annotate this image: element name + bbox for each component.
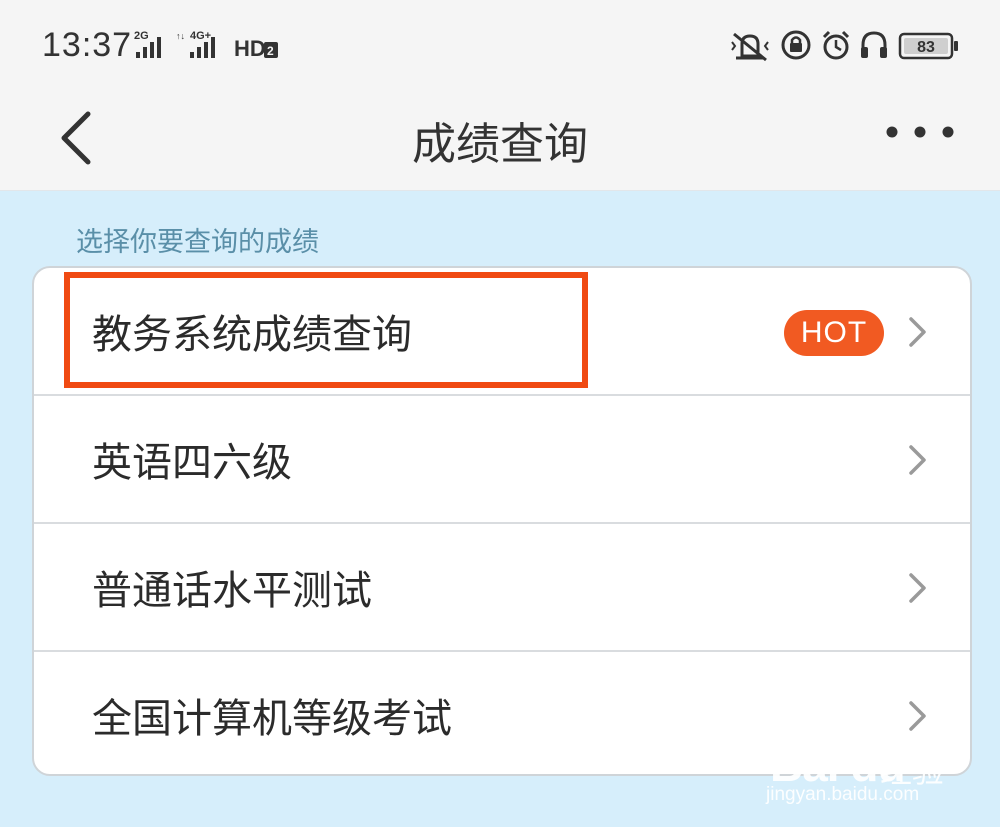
more-icon [886, 126, 954, 138]
page-title: 成绩查询 [412, 119, 588, 170]
hd-label: HD [234, 36, 266, 60]
rotation-lock-icon [781, 30, 811, 60]
alarm-icon [822, 30, 850, 60]
list-item-label: 普通话水平测试 [92, 568, 372, 614]
section-label: 选择你要查询的成绩 [76, 227, 319, 258]
hd-sub-label: 2 [267, 44, 274, 58]
baidu-jingyan-watermark: Bai du 经验 jingyan.baidu.com [762, 720, 962, 810]
highlight-annotation [64, 272, 588, 388]
list-item-label: 全国计算机等级考试 [92, 696, 452, 742]
battery-icon: 83 [898, 32, 958, 60]
chevron-right-icon [909, 445, 926, 475]
status-time: 13:37 [42, 26, 133, 64]
status-bar: 13:37 2G ↑↓ 4G+ HD 2 83 [0, 0, 1000, 90]
headset-icon [861, 31, 887, 58]
list-item-cet[interactable]: 英语四六级 [34, 396, 970, 524]
svg-text:↑↓: ↑↓ [176, 31, 185, 41]
signal-4g-icon: ↑↓ 4G+ [176, 30, 215, 58]
more-button[interactable] [882, 112, 958, 152]
chevron-right-icon [909, 317, 926, 347]
list-item-putonghua[interactable]: 普通话水平测试 [34, 524, 970, 652]
volte-hd-icon: HD 2 [234, 36, 278, 60]
network-2g-label: 2G [134, 30, 149, 42]
watermark-url: jingyan.baidu.com [766, 784, 920, 805]
vibrate-icon [731, 32, 769, 62]
nav-bar: 成绩查询 [0, 90, 1000, 191]
chevron-right-icon [909, 573, 926, 603]
hot-badge: HOT [784, 310, 884, 356]
battery-level: 83 [917, 39, 935, 56]
network-4g-label: 4G+ [190, 30, 211, 42]
paw-icon [826, 720, 861, 736]
signal-2g-icon: 2G [134, 30, 161, 58]
list-item-label: 英语四六级 [92, 440, 292, 486]
